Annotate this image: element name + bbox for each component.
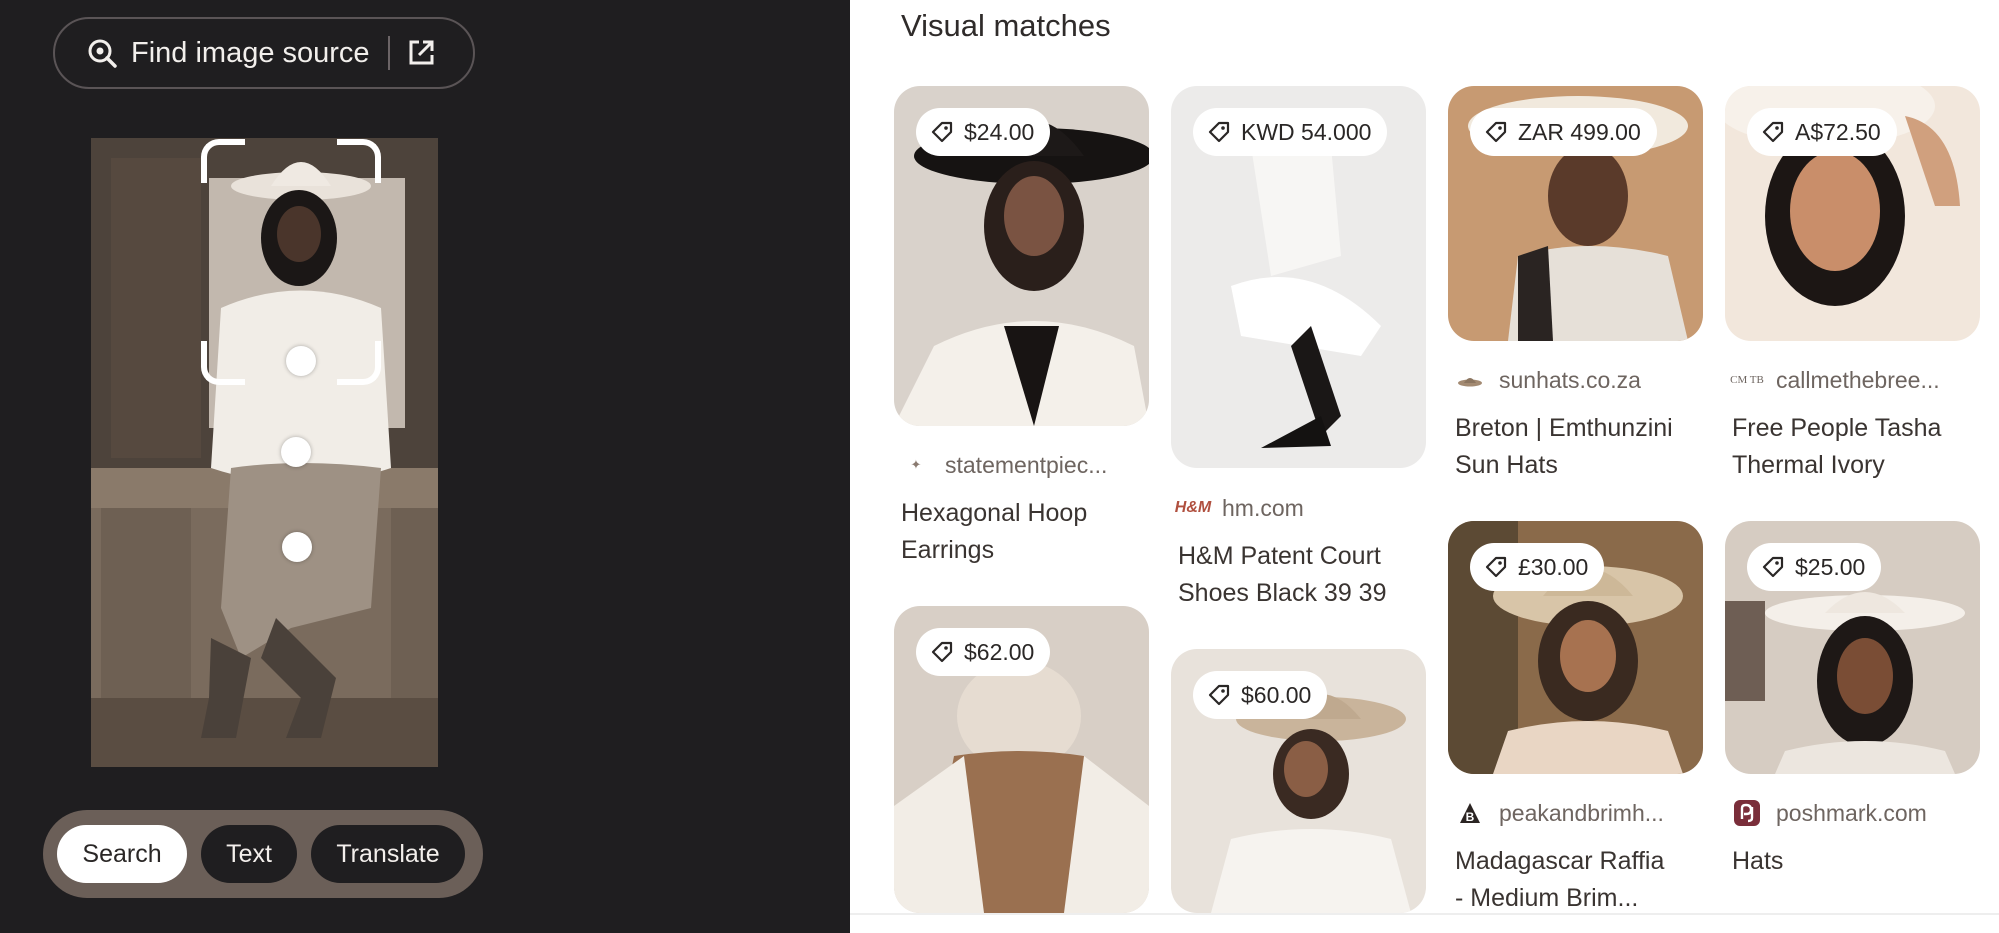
visual-matches-heading: Visual matches: [901, 8, 1111, 43]
button-divider: [387, 36, 390, 70]
result-image[interactable]: $25.00: [1725, 521, 1980, 774]
result-source[interactable]: ✦ statementpiec...: [901, 450, 1108, 480]
result-image[interactable]: £30.00: [1448, 521, 1703, 774]
mode-search-button[interactable]: Search: [57, 825, 187, 883]
price-tag-icon: [931, 121, 953, 143]
statementpiece-favicon: ✦: [910, 457, 922, 472]
result-source[interactable]: B peakandbrimh...: [1455, 798, 1664, 828]
result-source[interactable]: CM TB callmethebree...: [1730, 365, 1940, 395]
result-image[interactable]: $60.00: [1171, 649, 1426, 913]
price-tag-icon: [1485, 556, 1507, 578]
mode-text-button[interactable]: Text: [201, 825, 297, 883]
price-tag-icon: [1485, 121, 1507, 143]
result-image[interactable]: $62.00: [894, 606, 1149, 913]
price-tag-icon: [1762, 121, 1784, 143]
price-badge: $62.00: [916, 628, 1051, 676]
price-badge: £30.00: [1470, 543, 1605, 591]
result-source[interactable]: H&M hm.com: [1174, 493, 1304, 523]
lens-panel: Find image source Search Text Translate: [0, 0, 850, 933]
crop-handle-top-right[interactable]: [337, 139, 381, 183]
price-tag-icon: [931, 641, 953, 663]
price-badge: ZAR 499.00: [1470, 108, 1657, 156]
results-panel: Visual matches $24.00 ✦ statementpiec...…: [850, 0, 1999, 933]
mode-selector: Search Text Translate: [43, 810, 483, 898]
crop-handle-bottom-right[interactable]: [337, 341, 381, 385]
price-badge: $25.00: [1747, 543, 1882, 591]
result-title[interactable]: Hexagonal Hoop Earrings: [901, 495, 1087, 569]
result-title[interactable]: Free People Tasha Thermal Ivory: [1732, 410, 1941, 484]
poshmark-favicon: [1732, 798, 1762, 828]
price-tag-icon: [1208, 684, 1230, 706]
object-dot[interactable]: [282, 532, 312, 562]
result-image[interactable]: $24.00: [894, 86, 1149, 426]
hm-favicon: H&M: [1174, 499, 1212, 516]
price-tag-icon: [1762, 556, 1784, 578]
find-image-source-label: Find image source: [131, 36, 370, 69]
crop-handle-bottom-left[interactable]: [201, 341, 245, 385]
find-image-source-button[interactable]: Find image source: [53, 17, 475, 89]
result-source[interactable]: poshmark.com: [1732, 798, 1927, 828]
callmethebreeze-favicon: CM TB: [1730, 373, 1764, 386]
panel-bottom-divider: [850, 913, 1999, 915]
object-dot[interactable]: [281, 437, 311, 467]
open-external-icon: [409, 40, 434, 65]
price-tag-icon: [1208, 121, 1230, 143]
result-image[interactable]: A$72.50: [1725, 86, 1980, 341]
mode-translate-button[interactable]: Translate: [311, 825, 465, 883]
result-title[interactable]: H&M Patent Court Shoes Black 39 39: [1178, 538, 1386, 612]
result-image[interactable]: ZAR 499.00: [1448, 86, 1703, 341]
result-title[interactable]: Hats: [1732, 843, 1783, 880]
result-source[interactable]: sunhats.co.za: [1455, 365, 1641, 395]
price-badge: $24.00: [916, 108, 1051, 156]
price-badge: KWD 54.000: [1193, 108, 1388, 156]
lens-search-icon: [88, 39, 117, 68]
result-title[interactable]: Breton | Emthunzini Sun Hats: [1455, 410, 1673, 484]
query-image[interactable]: [91, 138, 438, 767]
price-badge: A$72.50: [1747, 108, 1897, 156]
crop-handle-top-left[interactable]: [201, 139, 245, 183]
svg-text:B: B: [1466, 810, 1475, 824]
result-image[interactable]: KWD 54.000: [1171, 86, 1426, 468]
price-badge: $60.00: [1193, 671, 1328, 719]
peakandbrim-favicon: B: [1455, 798, 1485, 828]
result-title[interactable]: Madagascar Raffia - Medium Brim...: [1455, 843, 1664, 917]
object-dot[interactable]: [286, 346, 316, 376]
hat-favicon: [1455, 365, 1485, 395]
